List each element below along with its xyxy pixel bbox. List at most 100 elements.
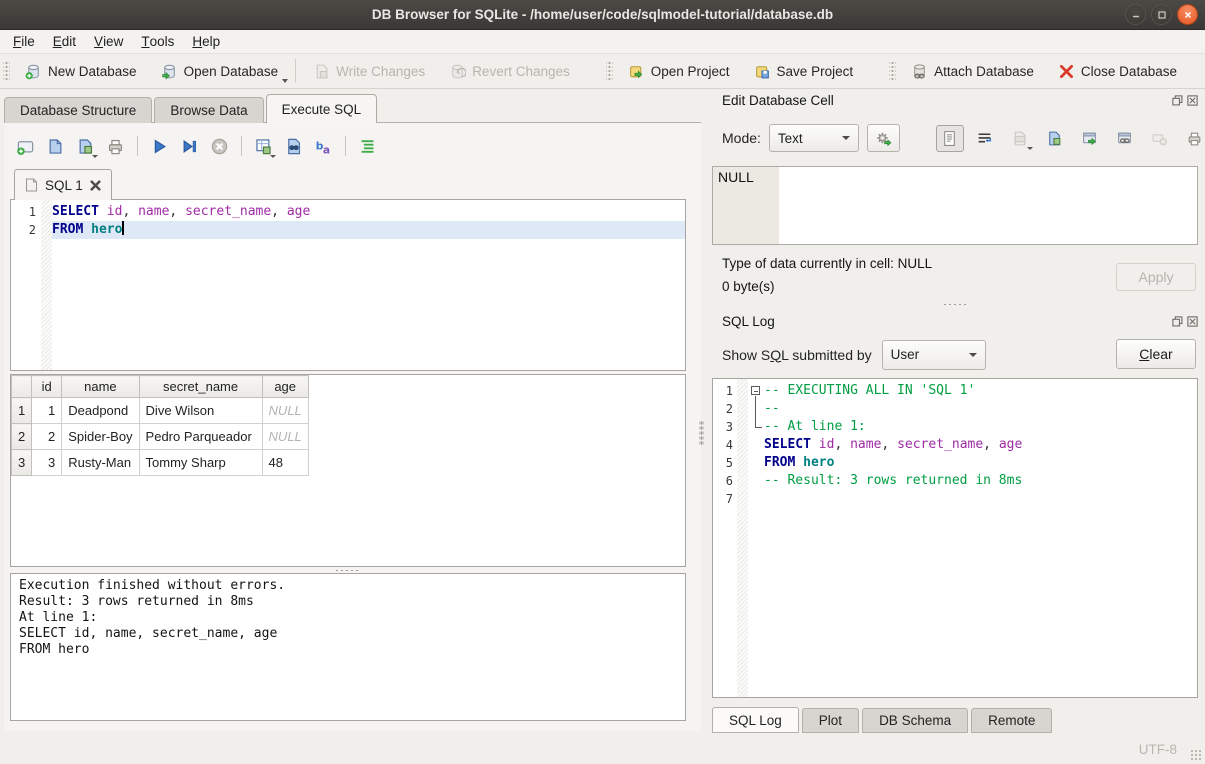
cell-value-editor[interactable]: NULL	[712, 166, 1198, 245]
sql-log-view[interactable]: 1 2 3 4 5 6 7 -- EXECUTING ALL IN 'SQL 1…	[712, 378, 1198, 698]
toolbar-drag-handle[interactable]	[3, 60, 10, 82]
tab-remote[interactable]: Remote	[971, 708, 1052, 733]
corner-header[interactable]	[12, 376, 32, 398]
print-button[interactable]	[102, 133, 129, 160]
svg-text:a: a	[323, 143, 330, 155]
export-results-dropdown-arrow	[270, 155, 276, 158]
close-panel-icon[interactable]	[1187, 316, 1198, 327]
apply-mode-button[interactable]	[867, 124, 900, 152]
menu-help[interactable]: Help	[183, 30, 229, 53]
cell-name[interactable]: Rusty-Man	[62, 450, 139, 476]
close-panel-icon[interactable]	[1187, 95, 1198, 106]
float-panel-icon[interactable]	[1172, 95, 1183, 106]
cell-mode-row: Mode: Text	[722, 123, 1205, 153]
editor-text-area[interactable]: SELECT id, name, secret_name, age FROM h…	[52, 200, 685, 370]
float-panel-icon[interactable]	[1172, 316, 1183, 327]
cell-secret-name[interactable]: Tommy Sharp	[139, 450, 262, 476]
sql-editor[interactable]: 1 2 SELECT id, name, secret_name, age FR…	[10, 199, 686, 371]
encoding-indicator[interactable]: UTF-8	[1139, 742, 1177, 757]
log-line-6: -- Result: 3 rows returned in 8ms	[764, 472, 1197, 490]
toolbar-drag-handle[interactable]	[606, 60, 613, 82]
open-database-button[interactable]: Open Database	[149, 56, 291, 86]
menu-view[interactable]: View	[85, 30, 132, 53]
row-header[interactable]: 3	[12, 450, 32, 476]
row-header[interactable]: 2	[12, 424, 32, 450]
word-wrap-button[interactable]	[971, 125, 999, 152]
resize-grip[interactable]	[1190, 749, 1202, 761]
export-data-button[interactable]	[1041, 125, 1069, 152]
column-header-name[interactable]: name	[62, 376, 139, 398]
minimize-button[interactable]	[1125, 4, 1146, 25]
titlebar: DB Browser for SQLite - /home/user/code/…	[0, 0, 1205, 30]
revert-changes-button[interactable]: Revert Changes	[437, 56, 582, 86]
open-sql-tab-button[interactable]	[12, 133, 39, 160]
vertical-splitter[interactable]	[699, 420, 704, 446]
cell-name[interactable]: Spider-Boy	[62, 424, 139, 450]
copy-link-button[interactable]	[1111, 125, 1139, 152]
cell-age[interactable]: NULL	[262, 424, 308, 450]
table-row[interactable]: 1 1 Deadpond Dive Wilson NULL	[12, 398, 309, 424]
cell-secret-name[interactable]: Pedro Parqueador	[139, 424, 262, 450]
dock-tab-bar: SQL Log Plot DB Schema Remote	[712, 707, 1055, 733]
menu-file[interactable]: File	[4, 30, 44, 53]
row-header[interactable]: 1	[12, 398, 32, 424]
format-sql-button[interactable]	[354, 133, 381, 160]
cell-id[interactable]: 2	[32, 424, 62, 450]
stop-button[interactable]	[206, 133, 233, 160]
editor-fold-margin	[41, 200, 52, 370]
clear-log-button[interactable]: Clear	[1116, 339, 1196, 369]
tab-plot[interactable]: Plot	[802, 708, 859, 733]
results-table[interactable]: id name secret_name age 1 1 Deadpond Div…	[11, 375, 309, 476]
horizontal-splitter[interactable]	[942, 302, 968, 307]
column-header-age[interactable]: age	[262, 376, 308, 398]
cell-id[interactable]: 1	[32, 398, 62, 424]
tab-execute-sql[interactable]: Execute SQL	[266, 94, 378, 123]
find-replace-button[interactable]	[280, 133, 307, 160]
close-database-button[interactable]: Close Database	[1046, 56, 1189, 86]
cell-age[interactable]: NULL	[262, 398, 308, 424]
column-header-id[interactable]: id	[32, 376, 62, 398]
fold-marker-collapse[interactable]	[748, 382, 764, 400]
save-sql-file-button[interactable]	[72, 133, 99, 160]
mode-select[interactable]: Text	[769, 124, 859, 152]
filter-value: User	[891, 347, 920, 362]
text-mode-button[interactable]	[936, 125, 964, 152]
write-changes-button[interactable]: Write Changes	[301, 56, 437, 86]
attach-database-button[interactable]: Attach Database	[899, 56, 1046, 86]
table-row[interactable]: 2 2 Spider-Boy Pedro Parqueador NULL	[12, 424, 309, 450]
print-cell-button[interactable]	[1181, 125, 1205, 152]
export-results-button[interactable]	[250, 133, 277, 160]
close-button[interactable]	[1177, 4, 1198, 25]
auto-complete-button[interactable]: b a	[310, 133, 337, 160]
open-external-button[interactable]	[1076, 125, 1104, 152]
save-project-button[interactable]: Save Project	[742, 56, 866, 86]
sql-editor-tab[interactable]: SQL 1	[14, 169, 112, 200]
cell-edit-area[interactable]	[779, 167, 1197, 244]
tab-sql-log[interactable]: SQL Log	[712, 707, 799, 733]
column-header-secret-name[interactable]: secret_name	[139, 376, 262, 398]
table-row[interactable]: 3 3 Rusty-Man Tommy Sharp 48	[12, 450, 309, 476]
cell-secret-name[interactable]: Dive Wilson	[139, 398, 262, 424]
maximize-button[interactable]	[1151, 4, 1172, 25]
import-data-button[interactable]	[1006, 125, 1034, 152]
apply-button[interactable]: Apply	[1116, 263, 1196, 291]
new-database-button[interactable]: New Database	[13, 56, 149, 86]
open-sql-file-button[interactable]	[42, 133, 69, 160]
close-tab-icon[interactable]	[90, 180, 101, 191]
tab-database-structure[interactable]: Database Structure	[4, 97, 152, 123]
log-text-area[interactable]: -- EXECUTING ALL IN 'SQL 1' -- -- At lin…	[764, 379, 1197, 697]
submitted-by-select[interactable]: User	[882, 340, 986, 370]
toolbar-drag-handle[interactable]	[889, 60, 896, 82]
cell-name[interactable]: Deadpond	[62, 398, 139, 424]
open-project-button[interactable]: Open Project	[616, 56, 742, 86]
cell-age[interactable]: 48	[262, 450, 308, 476]
execute-line-button[interactable]	[176, 133, 203, 160]
tab-browse-data[interactable]: Browse Data	[154, 97, 263, 123]
execute-all-button[interactable]	[146, 133, 173, 160]
set-null-button[interactable]	[1146, 125, 1174, 152]
tab-db-schema[interactable]: DB Schema	[862, 708, 968, 733]
menu-tools[interactable]: Tools	[132, 30, 183, 53]
cell-id[interactable]: 3	[32, 450, 62, 476]
menu-edit[interactable]: Edit	[44, 30, 85, 53]
cell-editor-toolbar	[936, 125, 1205, 152]
